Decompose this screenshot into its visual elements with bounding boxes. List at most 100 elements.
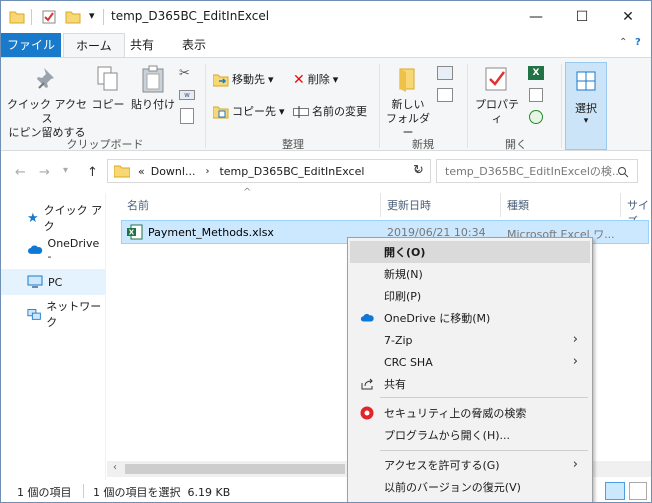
back-arrow-icon[interactable]: ← [15, 165, 26, 180]
menu-item-open-with[interactable]: プログラムから開く(H)... [350, 424, 590, 446]
new-folder-quick-icon[interactable] [65, 9, 81, 25]
menu-item-print[interactable]: 印刷(P) [350, 285, 590, 307]
status-separator [83, 484, 84, 498]
column-separator[interactable] [620, 193, 621, 217]
breadcrumb-current-folder[interactable]: temp_D365BC_EditInExcel [219, 165, 364, 178]
properties-quick-icon[interactable] [41, 9, 57, 25]
ribbon-separator [467, 64, 468, 148]
move-to-button[interactable]: 移動先 ▾ [213, 70, 274, 90]
excel-open-icon[interactable]: X [528, 66, 544, 80]
copy-button[interactable]: コピー [89, 64, 127, 112]
properties-icon [482, 64, 512, 94]
menu-item-7zip[interactable]: 7-Zip › [350, 329, 590, 351]
menu-item-share[interactable]: 共有 [350, 373, 590, 395]
new-item-icon[interactable] [437, 66, 453, 80]
column-headers: ^ 名前 更新日時 種類 サイズ [107, 187, 651, 228]
chevron-right-icon[interactable]: › [205, 166, 209, 177]
chevron-right-icon: › [572, 354, 578, 369]
paste-label: 貼り付け [131, 98, 175, 111]
history-icon[interactable] [529, 110, 543, 124]
column-separator[interactable] [380, 193, 381, 217]
select-button[interactable]: 選択 ▾ [565, 62, 607, 150]
delete-button[interactable]: ✕ 削除 ▾ [293, 70, 338, 90]
onedrive-icon [360, 313, 374, 322]
select-icon [576, 71, 596, 91]
excel-file-icon: X [127, 224, 143, 240]
group-clipboard-label: クリップボード [66, 138, 144, 151]
menu-separator [380, 450, 588, 451]
tab-share[interactable]: 共有 [118, 33, 166, 57]
pin-quick-access-button[interactable]: クイック アクセス にピン留めする [7, 64, 87, 140]
recent-locations-icon[interactable]: ▾ [63, 165, 68, 176]
menu-item-security-scan[interactable]: セキュリティ上の脅威の検索 [350, 402, 590, 424]
paste-shortcut-icon[interactable] [180, 108, 194, 124]
ribbon-tabs: ファイル ホーム 共有 表示 [1, 33, 651, 57]
column-separator[interactable] [500, 193, 501, 217]
pin-label-line1: クイック アクセス [7, 98, 87, 125]
ribbon-separator [561, 64, 562, 148]
group-organize-label: 整理 [282, 138, 304, 151]
close-button[interactable]: ✕ [605, 1, 651, 33]
menu-item-crc-sha[interactable]: CRC SHA › [350, 351, 590, 373]
breadcrumb-downloads[interactable]: Downl... [151, 165, 196, 178]
quick-access-dropdown-icon[interactable]: ▾ [89, 9, 95, 22]
edit-icon[interactable] [529, 88, 543, 102]
help-icon[interactable]: ? [635, 37, 641, 48]
nav-item-network[interactable]: ネットワーク [1, 300, 105, 329]
easy-access-icon[interactable] [437, 88, 453, 102]
ribbon-collapse-icon[interactable]: ⌃ [619, 37, 627, 48]
menu-item-restore-previous[interactable]: 以前のバージョンの復元(V) [350, 476, 590, 498]
menu-item-label: アクセスを許可する(G) [384, 459, 500, 472]
column-header-modified[interactable]: 更新日時 [387, 197, 431, 213]
up-arrow-icon[interactable]: ↑ [87, 165, 98, 180]
paste-button[interactable]: 貼り付け [129, 64, 177, 112]
tab-view[interactable]: 表示 [170, 33, 218, 57]
delete-label: 削除 [307, 73, 330, 86]
details-view-icon[interactable] [605, 482, 625, 500]
maximize-button[interactable]: ☐ [559, 1, 605, 33]
menu-item-label: CRC SHA [384, 355, 433, 369]
svg-text:X: X [129, 229, 135, 237]
copy-path-icon[interactable]: w [179, 90, 195, 100]
network-icon [27, 309, 41, 320]
maximize-icon: ☐ [575, 9, 589, 25]
minimize-button[interactable]: — [513, 1, 559, 33]
forward-arrow-icon[interactable]: → [39, 165, 50, 180]
refresh-icon[interactable]: ↻ [413, 163, 424, 178]
menu-item-label: 7-Zip [384, 333, 413, 347]
close-icon: ✕ [622, 9, 634, 25]
ribbon: クイック アクセス にピン留めする コピー 貼り付け ✂ w クリップボード 移… [1, 57, 651, 151]
new-folder-button[interactable]: 新しい フォルダー [383, 64, 433, 140]
menu-item-open[interactable]: 開く(O) [350, 241, 590, 263]
rename-button[interactable]: 名前の変更 [293, 102, 367, 122]
scroll-left-icon[interactable]: ‹ [113, 462, 117, 473]
large-icons-view-icon[interactable] [629, 482, 647, 500]
dropdown-arrow-icon: ▾ [268, 73, 274, 86]
nav-item-label: ネットワーク [46, 300, 102, 329]
tab-home[interactable]: ホーム [63, 33, 125, 57]
column-header-type[interactable]: 種類 [507, 197, 529, 213]
pane-divider [105, 193, 106, 480]
tab-file[interactable]: ファイル [1, 33, 61, 57]
nav-item-pc[interactable]: PC [1, 269, 105, 295]
copy-to-button[interactable]: コピー先 ▾ [213, 102, 285, 122]
cut-icon[interactable]: ✂ [179, 66, 190, 81]
nav-item-onedrive[interactable]: OneDrive - [1, 237, 105, 263]
explorer-window: ▾ temp_D365BC_EditInExcel — ☐ ✕ ファイル ホーム… [0, 0, 652, 503]
search-input[interactable]: temp_D365BC_EditInExcelの検... [436, 159, 638, 183]
nav-item-quick-access[interactable]: ★ クイック アク [1, 204, 105, 233]
breadcrumb-overflow[interactable]: « [138, 165, 145, 178]
menu-separator [380, 397, 588, 398]
copy-icon [93, 64, 123, 94]
properties-button[interactable]: プロパティ [471, 64, 523, 126]
window-title: temp_D365BC_EditInExcel [111, 9, 270, 23]
menu-item-move-to-onedrive[interactable]: OneDrive に移動(M) [350, 307, 590, 329]
navigation-pane: ★ クイック アク OneDrive - PC ネットワーク [1, 193, 105, 480]
menu-item-give-access[interactable]: アクセスを許可する(G) › [350, 454, 590, 476]
scrollbar-thumb[interactable] [125, 464, 345, 474]
move-to-label: 移動先 [232, 73, 265, 86]
column-header-name[interactable]: 名前 [127, 197, 149, 213]
address-bar[interactable]: « Downl... › temp_D365BC_EditInExcel ⌄ [107, 159, 431, 183]
computer-icon [27, 275, 43, 288]
menu-item-new[interactable]: 新規(N) [350, 263, 590, 285]
